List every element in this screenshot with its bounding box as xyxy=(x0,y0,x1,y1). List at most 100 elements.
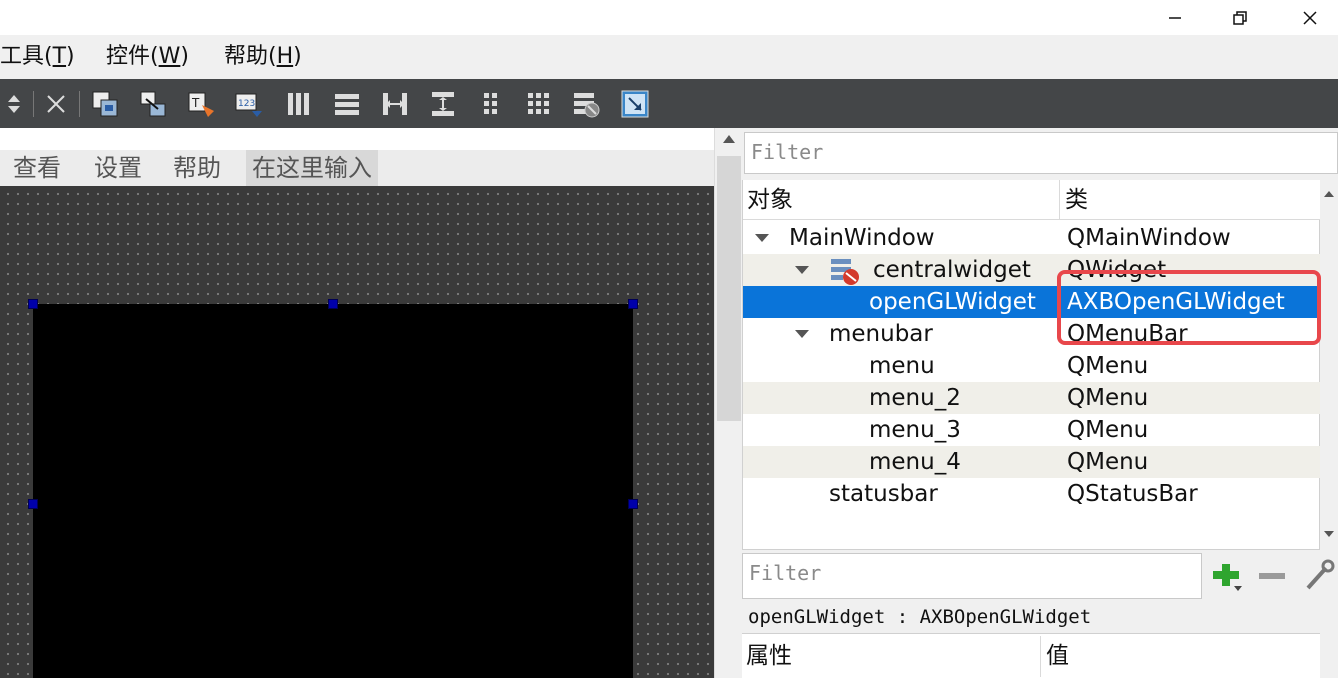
header-divider xyxy=(1040,636,1041,677)
scrollbar-thumb[interactable] xyxy=(717,156,741,421)
minimize-button[interactable] xyxy=(1140,0,1210,35)
scroll-up-icon[interactable] xyxy=(722,134,736,144)
break-layout-button[interactable] xyxy=(572,89,602,119)
resize-handle[interactable] xyxy=(28,499,38,509)
form-menu-view[interactable]: 查看 xyxy=(13,150,61,186)
annotation-highlight-box xyxy=(1057,270,1321,345)
edit-signals-slots-icon xyxy=(140,91,166,117)
tree-class-name: QMainWindow xyxy=(1067,225,1231,251)
tree-class-name: QMenu xyxy=(1067,449,1149,475)
adjust-size-button[interactable] xyxy=(620,89,650,119)
tree-row-menu-2[interactable]: menu_2 QMenu xyxy=(743,382,1321,414)
edit-buddies-button[interactable]: T xyxy=(186,89,216,119)
form-vertical-scrollbar[interactable] xyxy=(714,128,742,678)
scroll-up-icon[interactable] xyxy=(1323,190,1335,198)
layout-form-button[interactable] xyxy=(476,89,506,119)
tree-object-name: statusbar xyxy=(829,481,938,507)
menu-bar: 工具(T) 控件(W) 帮助(H) xyxy=(0,35,1338,79)
tree-object-name: menu_2 xyxy=(869,385,961,411)
resize-handle[interactable] xyxy=(28,299,38,309)
menu-help-mnemonic: H xyxy=(276,44,294,69)
header-value[interactable]: 值 xyxy=(1042,638,1069,674)
menu-widgets-mnemonic: W xyxy=(158,44,181,69)
expand-arrow-icon[interactable] xyxy=(795,266,809,274)
edit-tab-order-icon: 123 xyxy=(235,93,262,117)
menu-help-label: 帮助( xyxy=(224,44,277,69)
menu-tools-mnemonic: T xyxy=(52,44,67,69)
selected-object-class: openGLWidget : AXBOpenGLWidget xyxy=(748,606,1092,628)
tree-class-name: QStatusBar xyxy=(1067,481,1198,507)
menu-help[interactable]: 帮助(H) xyxy=(224,35,302,79)
tree-row-menu-3[interactable]: menu_3 QMenu xyxy=(743,414,1321,446)
right-dock: Filter 对象 类 MainWindow QMainWindow centr… xyxy=(742,128,1338,678)
edit-tab-order-button[interactable]: 123 xyxy=(234,89,264,119)
header-divider xyxy=(1059,180,1060,220)
resize-handle[interactable] xyxy=(628,299,638,309)
tree-row-statusbar[interactable]: statusbar QStatusBar xyxy=(743,478,1321,510)
adjust-size-icon xyxy=(621,90,649,118)
add-dynamic-property-button[interactable] xyxy=(1208,558,1244,594)
tree-object-name: menu_3 xyxy=(869,417,961,443)
scroll-down-icon[interactable] xyxy=(1323,530,1335,538)
tree-object-name: menubar xyxy=(829,321,933,347)
arrows-updown-icon xyxy=(8,95,20,113)
close-x-icon xyxy=(47,95,65,113)
tree-row-mainwindow[interactable]: MainWindow QMainWindow xyxy=(743,222,1321,254)
form-menu-settings[interactable]: 设置 xyxy=(94,150,142,186)
menu-tools[interactable]: 工具(T) xyxy=(0,35,75,79)
object-tree-scrollbar[interactable] xyxy=(1320,180,1338,550)
tree-object-name: menu xyxy=(869,353,935,379)
layout-horizontal-splitter-button[interactable] xyxy=(380,89,410,119)
form-menu-help[interactable]: 帮助 xyxy=(173,150,221,186)
layout-horizontal-button[interactable] xyxy=(284,89,314,119)
property-filter-input[interactable]: Filter xyxy=(742,553,1202,599)
edit-widgets-icon xyxy=(92,91,118,117)
close-button[interactable] xyxy=(1275,0,1338,35)
form-menu-type-here[interactable]: 在这里输入 xyxy=(246,150,378,186)
menu-tools-label: 工具( xyxy=(0,44,53,69)
tree-row-menu-4[interactable]: menu_4 QMenu xyxy=(743,446,1321,478)
layout-horizontal-splitter-icon xyxy=(383,93,407,115)
tree-row-menu[interactable]: menu QMenu xyxy=(743,350,1321,382)
expand-arrow-icon[interactable] xyxy=(755,234,769,242)
edit-buddies-icon: T xyxy=(188,92,214,117)
menu-widgets[interactable]: 控件(W) xyxy=(106,35,189,79)
object-filter-input[interactable]: Filter xyxy=(744,132,1338,174)
toolbar-separator xyxy=(79,91,80,117)
tree-object-name: centralwidget xyxy=(873,257,1031,283)
break-layout-icon xyxy=(574,93,600,118)
menu-help-label-end: ) xyxy=(293,44,302,69)
configure-button[interactable] xyxy=(1300,558,1336,594)
header-property[interactable]: 属性 xyxy=(742,638,792,674)
tree-object-name: menu_4 xyxy=(869,449,961,475)
tree-class-name: QMenu xyxy=(1067,417,1149,443)
qt-designer-window: 工具(T) 控件(W) 帮助(H) T 123 查看 设置 帮助 在这里输入 F… xyxy=(0,0,1338,678)
restore-icon xyxy=(1233,10,1247,25)
close-x-button[interactable] xyxy=(41,89,71,119)
form-editor[interactable]: 查看 设置 帮助 在这里输入 xyxy=(0,128,714,678)
svg-text:T: T xyxy=(191,96,200,110)
toolbar: T 123 xyxy=(0,79,1338,128)
remove-dynamic-property-button[interactable] xyxy=(1254,558,1290,594)
minimize-icon xyxy=(1169,16,1181,19)
form-canvas[interactable] xyxy=(0,186,714,678)
header-object[interactable]: 对象 xyxy=(743,180,793,220)
layout-grid-button[interactable] xyxy=(524,89,554,119)
layout-vertical-button[interactable] xyxy=(332,89,362,119)
form-top-strip xyxy=(0,128,714,150)
layout-horizontal-icon xyxy=(288,93,309,115)
menu-widgets-label: 控件( xyxy=(106,44,159,69)
restore-button[interactable] xyxy=(1205,0,1275,35)
expand-arrow-icon[interactable] xyxy=(795,330,809,338)
arrows-updown-button[interactable] xyxy=(2,89,26,119)
edit-widgets-button[interactable] xyxy=(90,89,120,119)
edit-signals-slots-button[interactable] xyxy=(138,89,168,119)
plus-icon xyxy=(1213,564,1242,591)
header-class[interactable]: 类 xyxy=(1061,180,1088,220)
opengl-widget-preview[interactable] xyxy=(33,304,633,678)
resize-handle[interactable] xyxy=(628,499,638,509)
svg-text:123: 123 xyxy=(238,99,255,109)
layout-vertical-splitter-button[interactable] xyxy=(428,89,458,119)
resize-handle[interactable] xyxy=(328,299,338,309)
tree-class-name: QMenu xyxy=(1067,353,1149,379)
